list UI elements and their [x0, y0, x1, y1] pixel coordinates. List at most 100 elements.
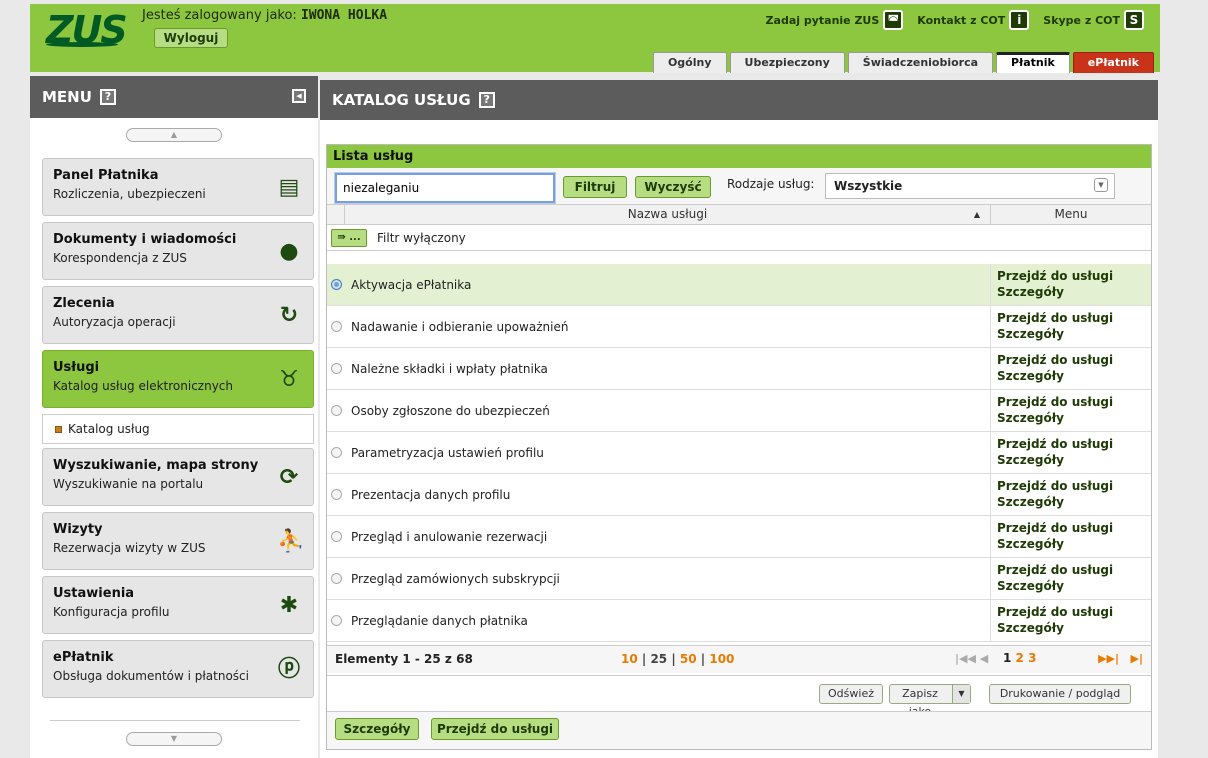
details-link[interactable]: Szczegóły	[997, 620, 1151, 636]
help-icon[interactable]: ?	[478, 92, 495, 108]
details-link[interactable]: Szczegóły	[997, 578, 1151, 594]
go-to-service-link[interactable]: Przejdź do usługi	[997, 268, 1151, 284]
go-to-service-link[interactable]: Przejdź do usługi	[997, 520, 1151, 536]
details-link[interactable]: Szczegóły	[997, 410, 1151, 426]
row-radio[interactable]	[327, 558, 345, 599]
table-row[interactable]: Osoby zgłoszone do ubezpieczeń Przejdź d…	[327, 390, 1151, 432]
go-to-service-link[interactable]: Przejdź do usługi	[997, 352, 1151, 368]
tab-platnik[interactable]: Płatnik	[996, 52, 1070, 73]
logout-button[interactable]: Wyloguj	[154, 28, 228, 48]
page-size-option[interactable]: 10	[621, 652, 638, 666]
page-number[interactable]: 3	[1028, 651, 1036, 665]
go-to-service-link[interactable]: Przejdź do usługi	[997, 310, 1151, 326]
print-preview-button[interactable]: Drukowanie / podgląd	[989, 684, 1131, 704]
page-number-current[interactable]: 1	[1003, 651, 1011, 665]
sidebar-item-panel-platnika[interactable]: Panel Płatnika Rozliczenia, ubezpieczeni…	[42, 158, 314, 216]
filter-toggle-button[interactable]: ⇛ ...	[331, 228, 367, 247]
service-types-select[interactable]: Wszystkie ▼	[825, 173, 1115, 199]
clear-button[interactable]: Wyczyść	[635, 176, 711, 198]
page-size-option-current[interactable]: 25	[650, 652, 667, 666]
filter-button[interactable]: Filtruj	[563, 176, 627, 198]
tab-ogolny[interactable]: Ogólny	[652, 52, 727, 73]
go-to-service-link[interactable]: Przejdź do usługi	[997, 562, 1151, 578]
sidebar-item-wizyty[interactable]: Wizyty Rezerwacja wizyty w ZUS ⛹	[42, 512, 314, 570]
ask-zus-label: Zadaj pytanie ZUS	[765, 13, 880, 27]
go-to-service-link[interactable]: Przejdź do usługi	[997, 478, 1151, 494]
scroll-up-button[interactable]: ▲	[126, 128, 222, 142]
help-icon[interactable]: ?	[99, 89, 116, 105]
row-menu: Przejdź do usługi Szczegóły	[991, 348, 1151, 389]
go-to-service-link[interactable]: Przejdź do usługi	[997, 436, 1151, 452]
table-row[interactable]: Przegląd zamówionych subskrypcji Przejdź…	[327, 558, 1151, 600]
sidebar-item-dokumenty[interactable]: Dokumenty i wiadomości Korespondencja z …	[42, 222, 314, 280]
sidebar-item-eplatnik[interactable]: ePłatnik Obsługa dokumentów i płatności …	[42, 640, 314, 698]
go-to-service-button[interactable]: Przejdź do usługi	[431, 718, 559, 740]
row-menu: Przejdź do usługi Szczegóły	[991, 558, 1151, 599]
row-radio[interactable]	[327, 264, 345, 305]
prev-page-icon[interactable]: ◀	[980, 652, 988, 665]
page-number[interactable]: 2	[1016, 651, 1024, 665]
table-row[interactable]: Prezentacja danych profilu Przejdź do us…	[327, 474, 1151, 516]
details-button[interactable]: Szczegóły	[335, 718, 419, 740]
sidebar: MENU ? ◀ ▲ Panel Płatnika Rozliczenia, u…	[30, 76, 318, 758]
table-row[interactable]: Aktywacja ePłatnika Przejdź do usługi Szc…	[327, 264, 1151, 306]
menu-column-header: Menu	[1054, 207, 1088, 221]
sidebar-item-subtitle: Katalog usług elektronicznych	[53, 379, 233, 393]
tab-swiadczeniobiorca[interactable]: Świadczeniobiorca	[847, 52, 994, 73]
sidebar-item-subtitle: Rozliczenia, ubezpieczeni	[53, 187, 206, 201]
details-link[interactable]: Szczegóły	[997, 452, 1151, 468]
first-page-icon[interactable]: |◀◀	[955, 652, 976, 665]
sidebar-item-wyszukiwanie[interactable]: Wyszukiwanie, mapa strony Wyszukiwanie n…	[42, 448, 314, 506]
table-row[interactable]: Przegląd i anulowanie rezerwacji Przejdź…	[327, 516, 1151, 558]
row-menu: Przejdź do usługi Szczegóły	[991, 306, 1151, 347]
sidebar-item-title: Wyszukiwanie, mapa strony	[53, 458, 259, 473]
page-size-option[interactable]: 100	[709, 652, 734, 666]
table-row[interactable]: Nadawanie i odbieranie upoważnień Przejd…	[327, 306, 1151, 348]
table-row[interactable]: Należne składki i wpłaty płatnika Przejd…	[327, 348, 1151, 390]
page-size-option[interactable]: 50	[680, 652, 697, 666]
save-as-button[interactable]: Zapisz jako ▼	[889, 684, 971, 718]
details-link[interactable]: Szczegóły	[997, 368, 1151, 384]
panel-icon: ▤	[278, 175, 300, 200]
collapse-sidebar-icon[interactable]: ◀	[292, 89, 306, 103]
tab-ubezpieczony[interactable]: Ubezpieczony	[729, 52, 845, 73]
sidebar-subitem-katalog[interactable]: Katalog usług	[42, 414, 314, 444]
search-input[interactable]	[334, 172, 556, 204]
sidebar-item-ustawienia[interactable]: Ustawienia Konfiguracja profilu ✱	[42, 576, 314, 634]
next-page-icon[interactable]: ▶▶|	[1098, 652, 1119, 665]
scroll-down-button[interactable]: ▼	[126, 732, 222, 746]
row-radio[interactable]	[327, 474, 345, 515]
go-to-service-link[interactable]: Przejdź do usługi	[997, 604, 1151, 620]
service-name: Przegląd zamówionych subskrypcji	[345, 558, 991, 599]
row-radio[interactable]	[327, 348, 345, 389]
page-size-selector: 10 | 25 | 50 | 100	[621, 652, 735, 666]
row-radio[interactable]	[327, 390, 345, 431]
go-to-service-link[interactable]: Przejdź do usługi	[997, 394, 1151, 410]
chevron-down-icon[interactable]: ▼	[952, 685, 970, 703]
row-radio[interactable]	[327, 306, 345, 347]
row-radio[interactable]	[327, 600, 345, 641]
skype-cot-link[interactable]: Skype z COT S	[1043, 10, 1144, 30]
row-menu: Przejdź do usługi Szczegóły	[991, 474, 1151, 515]
service-name: Przeglądanie danych płatnika	[345, 600, 991, 641]
refresh-button[interactable]: Odśwież	[819, 684, 883, 704]
ask-zus-link[interactable]: Zadaj pytanie ZUS ◚	[766, 10, 904, 30]
table-row[interactable]: Przeglądanie danych płatnika Przejdź do …	[327, 600, 1151, 642]
logo-swoosh	[46, 42, 118, 47]
tab-eplatnik[interactable]: ePłatnik	[1072, 52, 1154, 73]
filter-bar: Filtruj Wyczyść Rodzaje usług: Wszystkie…	[327, 168, 1151, 205]
sort-asc-icon: ▲	[973, 210, 980, 219]
details-link[interactable]: Szczegóły	[997, 326, 1151, 342]
name-column-header[interactable]: Nazwa usługi ▲	[345, 205, 991, 224]
details-link[interactable]: Szczegóły	[997, 494, 1151, 510]
sidebar-item-zlecenia[interactable]: Zlecenia Autoryzacja operacji ↻	[42, 286, 314, 344]
details-link[interactable]: Szczegóły	[997, 536, 1151, 552]
details-link[interactable]: Szczegóły	[997, 284, 1151, 300]
contact-cot-link[interactable]: Kontakt z COT i	[917, 10, 1030, 30]
last-page-icon[interactable]: ▶|	[1131, 652, 1143, 665]
table-row[interactable]: Parametryzacja ustawień profilu Przejdź …	[327, 432, 1151, 474]
service-name: Przegląd i anulowanie rezerwacji	[345, 516, 991, 557]
row-radio[interactable]	[327, 516, 345, 557]
sidebar-item-uslugi[interactable]: Usługi Katalog usług elektronicznych ♉	[42, 350, 314, 408]
row-radio[interactable]	[327, 432, 345, 473]
